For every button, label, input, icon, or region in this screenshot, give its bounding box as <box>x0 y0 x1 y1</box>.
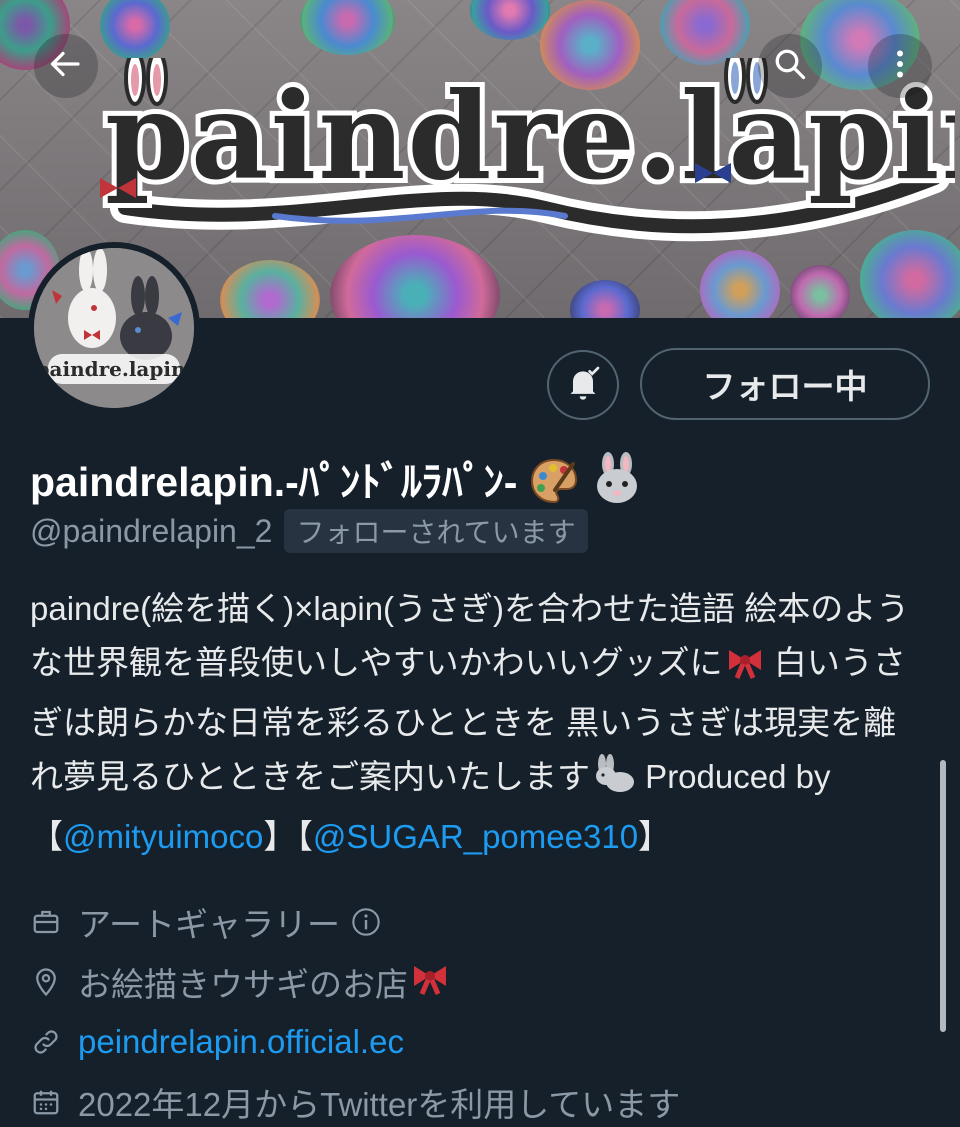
location-pin-icon <box>30 966 62 998</box>
rose-decoration <box>100 0 170 60</box>
rabbit-face-emoji <box>590 452 644 516</box>
info-circle-icon[interactable] <box>350 906 382 938</box>
profile-joined-date: 2022年12月からTwitterを利用しています <box>30 1078 680 1126</box>
profile-location: お絵描きウサギのお店 <box>30 958 450 1006</box>
arrow-left-icon <box>48 46 84 87</box>
rose-decoration <box>570 280 640 318</box>
profile-website: peindrelapin.official.ec <box>30 1018 404 1066</box>
rose-decoration <box>700 250 780 318</box>
scrollbar[interactable] <box>940 760 946 1032</box>
avatar-logo-text: paindre.lapin. <box>36 357 193 381</box>
artist-palette-emoji <box>529 456 579 516</box>
banner-logo: paindre.lapin. <box>100 58 955 242</box>
follows-you-badge: フォローされています <box>284 509 588 553</box>
bell-check-icon <box>563 363 603 408</box>
link-icon <box>30 1026 62 1058</box>
notifications-button[interactable] <box>547 350 619 420</box>
profile-avatar[interactable]: paindre.lapin. <box>28 242 200 414</box>
rose-decoration <box>470 0 550 40</box>
more-options-button[interactable] <box>868 34 932 98</box>
handle-row: @paindrelapin_2 フォローされています <box>30 509 588 553</box>
banner-logo-text: paindre.lapin. <box>105 66 955 207</box>
bio-text: 】 <box>638 818 672 855</box>
user-handle: @paindrelapin_2 <box>30 512 273 549</box>
bio-text: 】【 <box>263 818 313 855</box>
mention-link[interactable]: @SUGAR_pomee310 <box>313 818 638 855</box>
mention-link[interactable]: @mityuimoco <box>63 818 263 855</box>
location-label: お絵描きウサギのお店 <box>78 966 408 1003</box>
rabbit-emoji <box>592 754 636 810</box>
following-button[interactable]: フォロー中 <box>640 348 930 420</box>
search-icon <box>772 46 808 87</box>
avatar-illustration: paindre.lapin. <box>34 248 194 408</box>
ribbon-emoji <box>725 642 765 696</box>
rose-decoration <box>220 260 320 318</box>
calendar-icon <box>30 1086 62 1118</box>
briefcase-icon <box>30 906 62 938</box>
avatar-image: paindre.lapin. <box>34 248 194 408</box>
joined-label: 2022年12月からTwitterを利用しています <box>78 1086 681 1123</box>
rose-decoration <box>300 0 395 55</box>
ribbon-emoji <box>410 960 450 1004</box>
more-vertical-icon <box>882 46 918 87</box>
display-name-row: paindrelapin.-ﾊﾟﾝﾄﾞﾙﾗﾊﾟﾝ- <box>30 448 644 516</box>
website-link[interactable]: peindrelapin.official.ec <box>78 1023 404 1061</box>
back-button[interactable] <box>34 34 98 98</box>
rose-decoration <box>790 265 850 318</box>
rose-decoration <box>660 0 750 65</box>
display-name: paindrelapin.-ﾊﾟﾝﾄﾞﾙﾗﾊﾟﾝ- <box>30 459 518 505</box>
category-label: アートギャラリー <box>78 906 341 943</box>
search-button[interactable] <box>758 34 822 98</box>
profile-category: アートギャラリー <box>30 898 398 946</box>
profile-bio: paindre(絵を描く)×lapin(うさぎ)を合わせた造語 絵本のような世界… <box>30 582 910 864</box>
